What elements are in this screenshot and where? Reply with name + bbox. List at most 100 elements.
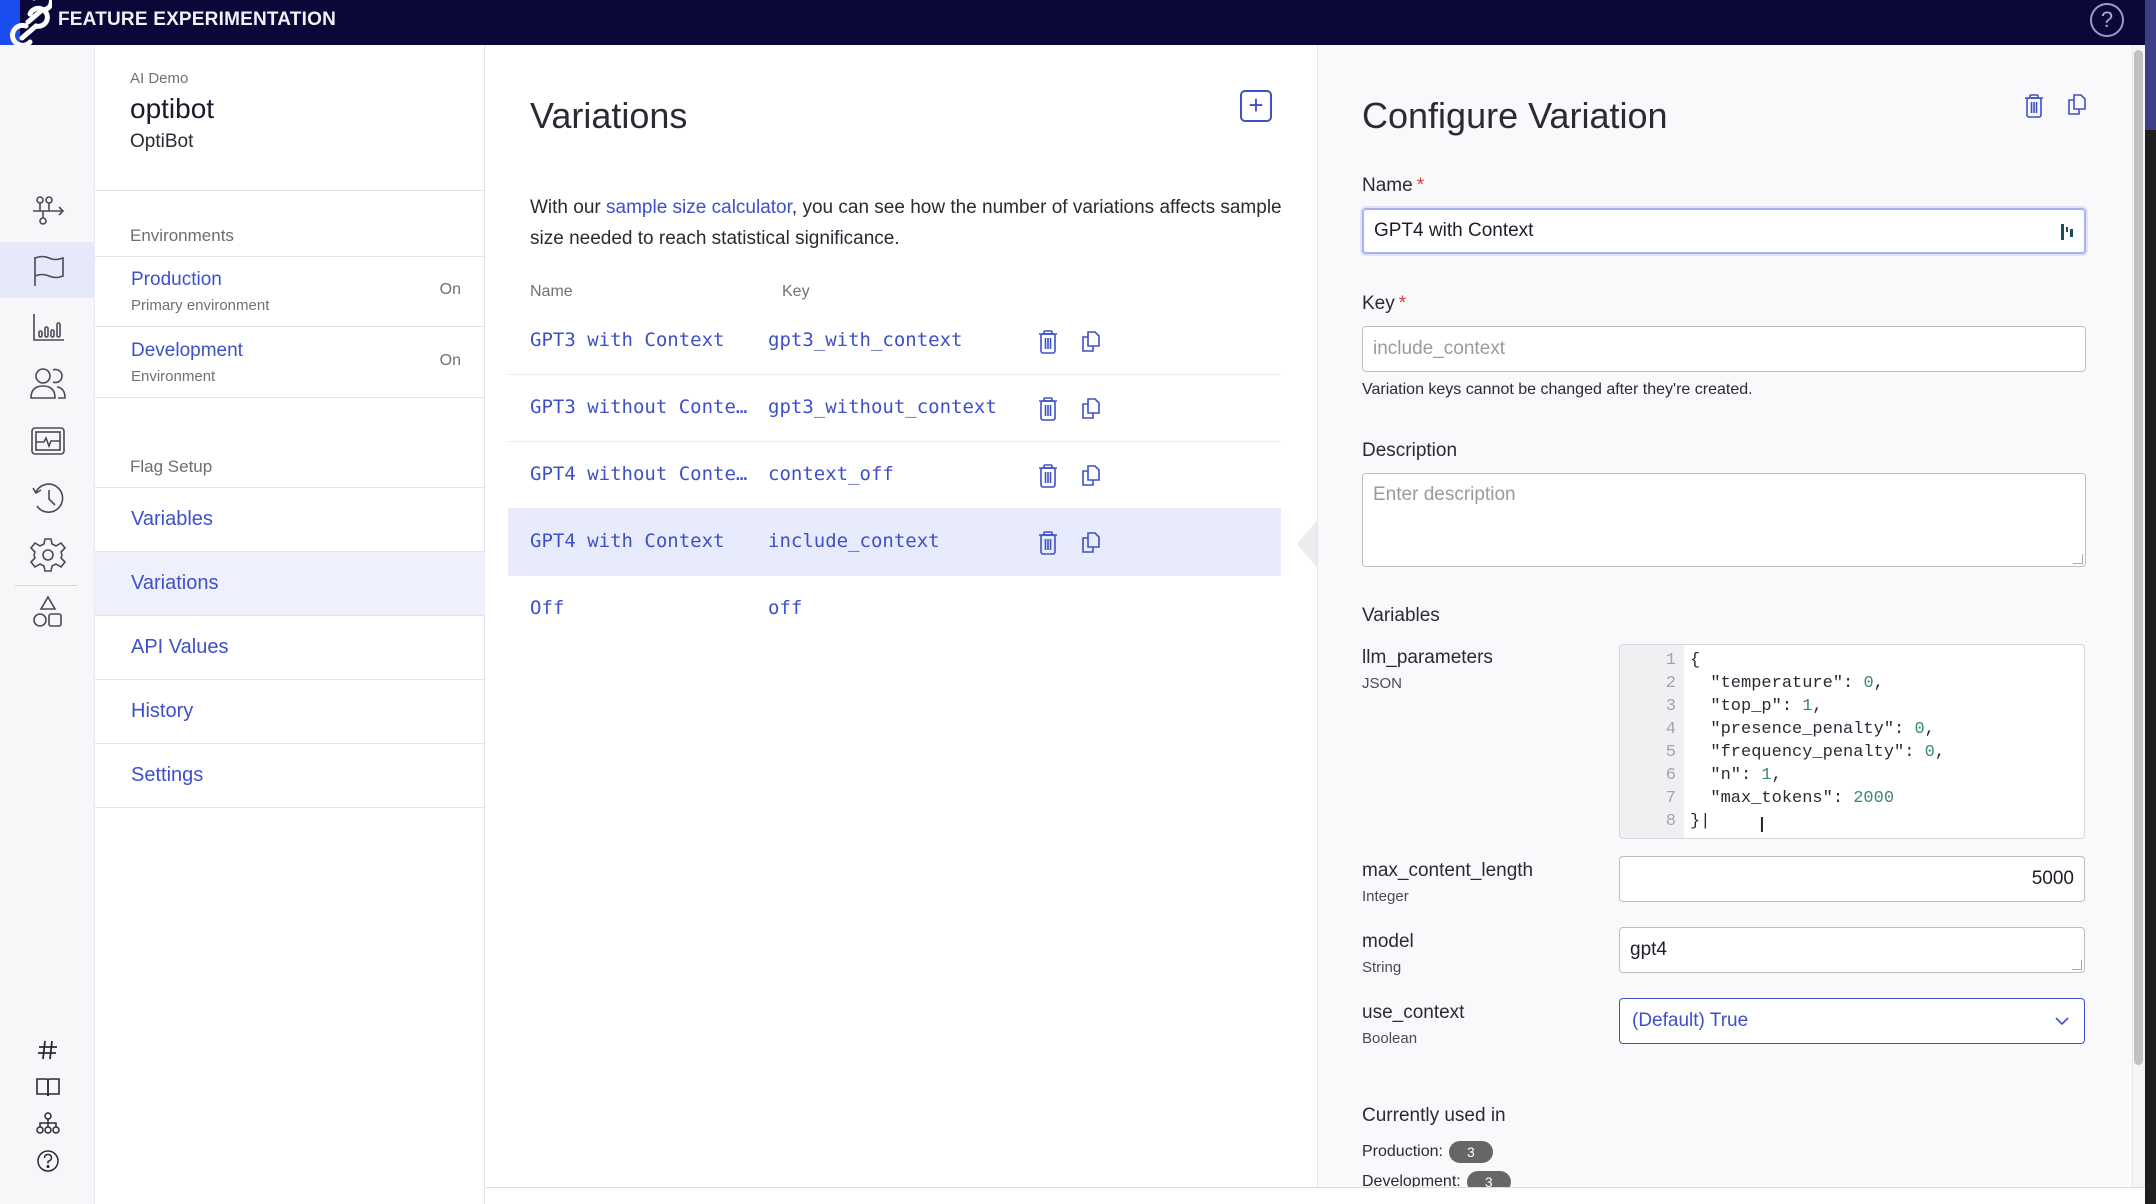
rail-item-hash[interactable] <box>0 1032 95 1068</box>
code-line: 6 "n": 1, <box>1620 766 2084 789</box>
line-number: 1 <box>1665 651 1676 670</box>
rail-item-components[interactable] <box>0 585 95 641</box>
gear-icon <box>29 538 66 572</box>
rail-item-help[interactable] <box>0 1143 95 1179</box>
max-content-length-input[interactable]: 5000 <box>1619 856 2085 902</box>
code-line: 7 "max_tokens": 2000 <box>1620 789 2084 812</box>
trash-icon[interactable] <box>1036 396 1060 422</box>
flag-icon <box>33 255 64 286</box>
variation-name[interactable]: GPT3 with Context <box>530 329 754 351</box>
copy-icon[interactable] <box>2064 91 2090 117</box>
intro-text: With our sample size calculator, you can… <box>530 197 1282 249</box>
variable-name: model <box>1362 931 1414 952</box>
flag-sidebar: AI Demo optibot OptiBot Environments Pro… <box>95 45 485 1204</box>
line-number: 7 <box>1665 789 1676 808</box>
scrollbar-thumb[interactable] <box>2134 50 2143 1065</box>
variation-row[interactable]: GPT4 with Context include_context <box>508 509 1281 576</box>
book-icon <box>35 1078 60 1097</box>
variation-row[interactable]: GPT4 without Context context_off <box>508 442 1281 509</box>
rail-item-reports[interactable] <box>0 299 95 355</box>
copy-icon[interactable] <box>1078 328 1104 354</box>
code-line: 2 "temperature": 0, <box>1620 674 2084 697</box>
variation-row[interactable]: GPT3 with Context gpt3_with_context <box>508 308 1281 375</box>
nav-item-variables[interactable]: Variables <box>95 488 485 552</box>
name-input[interactable]: GPT4 with Context <box>1362 208 2086 254</box>
configure-title: Configure Variation <box>1362 95 1668 136</box>
code-line: 5 "frequency_penalty": 0, <box>1620 743 2084 766</box>
code-line: 8}| <box>1620 812 2084 835</box>
variable-type: Integer <box>1362 888 1409 905</box>
variation-key: gpt3_without_context <box>768 396 997 418</box>
currently-used-in-heading: Currently used in <box>1362 1105 1506 1126</box>
question-circle-icon[interactable]: ? <box>2090 3 2124 37</box>
copy-icon[interactable] <box>1078 529 1104 555</box>
variation-name[interactable]: GPT3 without Context <box>530 396 754 418</box>
model-input[interactable]: gpt4 <box>1619 927 2085 973</box>
sample-size-calculator-link[interactable]: sample size calculator <box>606 197 792 218</box>
line-number: 2 <box>1665 674 1676 693</box>
nav-item-api-values[interactable]: API Values <box>95 616 485 680</box>
nav-item-history[interactable]: History <box>95 680 485 744</box>
rail-item-flows[interactable] <box>0 185 95 241</box>
rail-item-history[interactable] <box>0 470 95 526</box>
trash-icon[interactable] <box>1036 463 1060 489</box>
variation-name[interactable]: GPT4 without Context <box>530 463 754 485</box>
line-number: 6 <box>1665 766 1676 785</box>
variations-pane: Variations + With our sample size calcul… <box>486 45 1317 1187</box>
code-line: 4 "presence_penalty": 0, <box>1620 720 2084 743</box>
env-row-development[interactable]: Development Environment On <box>95 328 485 398</box>
history-icon <box>31 483 63 513</box>
top-bar: FEATURE EXPERIMENTATION ? <box>0 0 2145 45</box>
env-row-production[interactable]: Production Primary environment On <box>95 257 485 327</box>
variable-type: Boolean <box>1362 1030 1418 1047</box>
trash-icon[interactable] <box>1036 530 1060 556</box>
icon-rail <box>0 45 95 1204</box>
variation-row[interactable]: Off off <box>508 576 1281 643</box>
rail-item-settings[interactable] <box>0 527 95 583</box>
rail-item-events[interactable] <box>0 413 95 469</box>
trash-icon[interactable] <box>1036 329 1060 355</box>
used-in-development: Development: 3 <box>1362 1171 1511 1187</box>
bottom-bar <box>486 1187 2145 1204</box>
configure-variation-content: Configure Variation Name * GPT4 with Cont… <box>1317 45 2132 1187</box>
resize-handle[interactable] <box>2072 960 2082 970</box>
variation-row[interactable]: GPT3 without Context gpt3_without_context <box>508 375 1281 442</box>
flag-setup-heading: Flag Setup <box>130 457 213 476</box>
description-textarea[interactable]: Enter description <box>1362 473 2086 567</box>
password-manager-icon[interactable] <box>2060 222 2074 242</box>
count-badge[interactable]: 3 <box>1466 1171 1511 1187</box>
add-variation-button[interactable]: + <box>1240 90 1272 122</box>
variation-name[interactable]: GPT4 with Context <box>530 530 754 552</box>
column-header-key: Key <box>782 283 810 300</box>
key-input[interactable]: include_context <box>1362 326 2086 372</box>
variable-name: llm_parameters <box>1362 647 1493 668</box>
optimizely-logo-icon[interactable] <box>4 0 52 45</box>
column-header-name: Name <box>530 283 573 300</box>
code-line: 3 "top_p": 1, <box>1620 697 2084 720</box>
window-edge <box>2145 0 2156 1204</box>
text-cursor-icon: I <box>1759 813 1765 837</box>
use-context-select[interactable]: (Default) True <box>1619 998 2085 1044</box>
copy-icon[interactable] <box>1078 395 1104 421</box>
env-name[interactable]: Production <box>131 269 222 291</box>
variable-name: max_content_length <box>1362 860 1534 881</box>
variation-key: include_context <box>768 530 940 552</box>
rail-item-docs[interactable] <box>0 1069 95 1105</box>
rail-item-audiences[interactable] <box>0 356 95 412</box>
trash-icon[interactable] <box>2022 93 2046 119</box>
resize-handle[interactable] <box>2073 554 2083 564</box>
rail-item-org[interactable] <box>0 1106 95 1142</box>
nav-item-settings[interactable]: Settings <box>95 744 485 808</box>
json-code-editor[interactable]: 1{2 "temperature": 0, 3 "top_p": 1, 4 "pre… <box>1619 644 2085 839</box>
rail-item-flags[interactable] <box>0 242 95 298</box>
shapes-icon <box>32 595 62 627</box>
copy-icon[interactable] <box>1078 462 1104 488</box>
env-status: On <box>439 281 461 298</box>
chevron-down-icon <box>2055 1017 2069 1026</box>
nav-item-variations[interactable]: Variations <box>95 552 485 616</box>
count-badge[interactable]: 3 <box>1448 1141 1493 1163</box>
variation-name[interactable]: Off <box>530 597 754 619</box>
flag-name: OptiBot <box>130 131 194 152</box>
env-name[interactable]: Development <box>131 340 243 362</box>
line-number: 5 <box>1665 743 1676 762</box>
